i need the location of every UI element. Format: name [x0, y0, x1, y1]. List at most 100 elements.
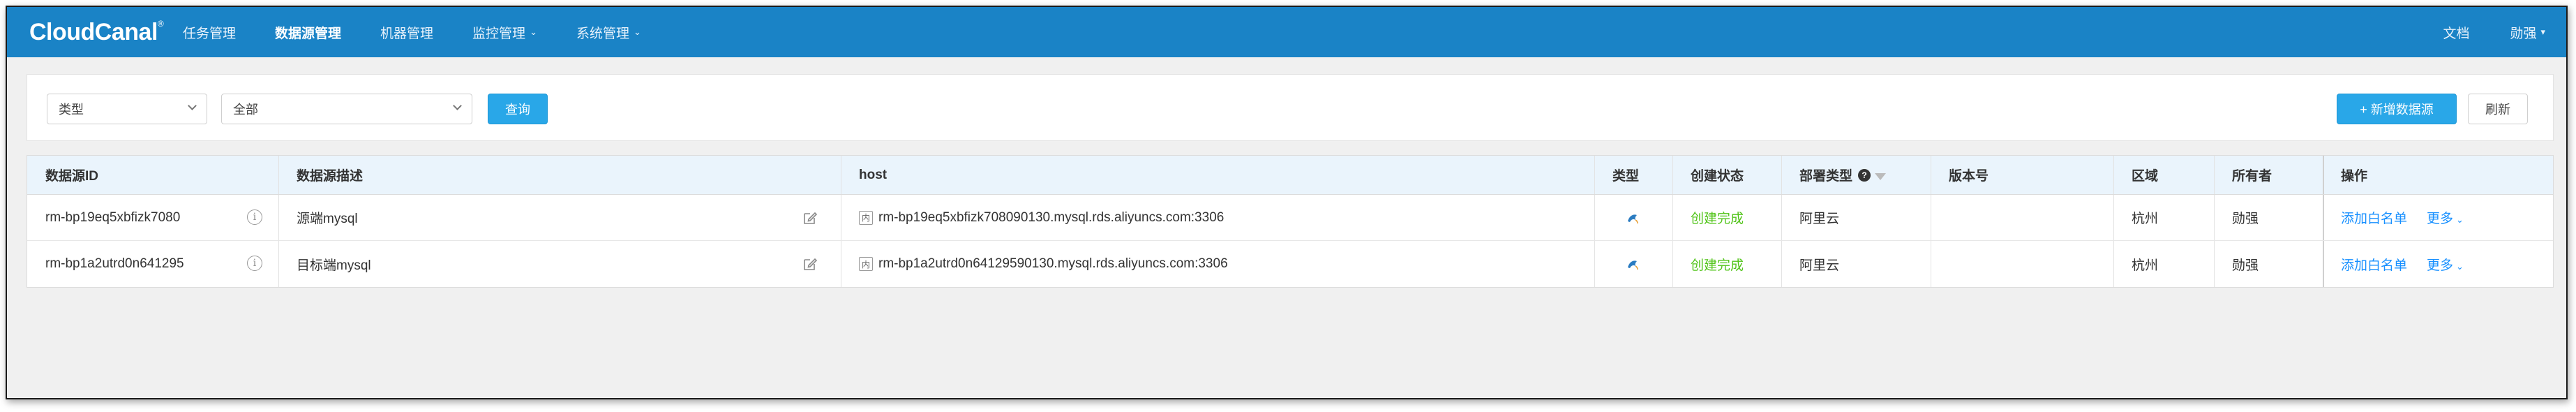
col-header-create-status: 创建状态: [1691, 169, 1744, 184]
info-icon[interactable]: i: [247, 256, 262, 271]
column-divider: [1672, 156, 1673, 194]
column-divider: [1781, 156, 1782, 194]
deploy-type-label: 部署类型: [1799, 169, 1853, 184]
actions-cell: 添加白名单 更多 ⌄: [2323, 195, 2553, 240]
table-header: 数据源ID 数据源描述 host 类型 创建状态 部署类型 ? 版本号 区域 所…: [27, 156, 2553, 195]
intranet-tag: 内: [859, 210, 873, 225]
chevron-down-icon: ⌄: [2456, 260, 2464, 272]
col-header-region: 区域: [2132, 169, 2159, 184]
host-cell: 内 rm-bp19eq5xbfizk708090130.mysql.rds.al…: [841, 195, 1594, 240]
datasource-desc: 目标端mysql: [297, 258, 371, 273]
deploy-type: 阿里云: [1799, 212, 1840, 226]
col-header-actions: 操作: [2341, 169, 2368, 184]
column-divider: [278, 241, 279, 287]
col-header-host: host: [859, 167, 888, 182]
user-menu[interactable]: 勋强 ▾: [2510, 23, 2545, 42]
nav-item-label: 系统管理: [576, 26, 629, 41]
column-divider: [2113, 241, 2114, 287]
nav-item-tasks[interactable]: 任务管理: [183, 23, 236, 42]
more-label: 更多: [2427, 212, 2454, 226]
filter-icon[interactable]: [1875, 172, 1887, 180]
info-icon[interactable]: i: [247, 209, 262, 225]
logo-text: CloudCanal: [29, 18, 158, 45]
datasource-table: 数据源ID 数据源描述 host 类型 创建状态 部署类型 ? 版本号 区域 所…: [27, 155, 2554, 288]
col-header-owner: 所有者: [2232, 169, 2272, 184]
add-datasource-button[interactable]: + 新增数据源: [2337, 94, 2457, 124]
more-label: 更多: [2427, 258, 2454, 273]
nav-item-label: 数据源管理: [275, 26, 342, 41]
column-divider: [2113, 195, 2114, 240]
actions-cell: 添加白名单 更多 ⌄: [2323, 241, 2553, 287]
user-name: 勋强: [2510, 26, 2537, 41]
chevron-down-icon: [453, 101, 462, 110]
column-divider: [2323, 156, 2324, 194]
column-divider: [278, 156, 279, 194]
create-status: 创建完成: [1691, 258, 1744, 273]
nav-right: 文档 勋强 ▾: [2402, 7, 2545, 57]
app-logo[interactable]: CloudCanal®: [29, 19, 183, 46]
edit-icon[interactable]: [802, 209, 818, 226]
column-divider: [1672, 195, 1673, 240]
region: 杭州: [2132, 258, 2159, 273]
table-row: rm-bp19eq5xbfizk7080 i 源端mysql 内 rm-bp19…: [27, 195, 2553, 241]
host-cell: 内 rm-bp1a2utrd0n64129590130.mysql.rds.al…: [841, 241, 1594, 287]
column-divider: [1594, 195, 1595, 240]
nav-item-machines[interactable]: 机器管理: [380, 23, 433, 42]
nav-item-label: 机器管理: [380, 26, 434, 41]
type-select-value: 类型: [59, 103, 84, 117]
type-select[interactable]: 类型: [47, 94, 207, 124]
scope-select-value: 全部: [233, 103, 258, 117]
host-address: rm-bp1a2utrd0n64129590130.mysql.rds.aliy…: [878, 256, 1228, 271]
create-status: 创建完成: [1691, 212, 1744, 226]
table-row: rm-bp1a2utrd0n641295 i 目标端mysql 内 rm-bp1…: [27, 241, 2553, 287]
chevron-down-icon: ⌄: [2456, 214, 2464, 225]
column-divider: [278, 195, 279, 240]
column-divider: [1781, 195, 1782, 240]
col-header-type: 类型: [1612, 169, 1640, 184]
column-divider: [1594, 156, 1595, 194]
mysql-dolphin-icon: [1628, 214, 1638, 224]
host-address: rm-bp19eq5xbfizk708090130.mysql.rds.aliy…: [878, 209, 1225, 225]
col-header-desc: 数据源描述: [297, 169, 364, 184]
col-header-version: 版本号: [1949, 169, 1989, 184]
version: [1931, 241, 2113, 287]
docs-link[interactable]: 文档: [2443, 23, 2469, 42]
column-divider: [2214, 156, 2215, 194]
owner: 勋强: [2232, 258, 2259, 273]
column-divider: [1594, 241, 1595, 287]
owner: 勋强: [2232, 212, 2259, 226]
intranet-tag: 内: [859, 257, 873, 271]
refresh-button[interactable]: 刷新: [2468, 94, 2528, 124]
column-divider: [2214, 241, 2215, 287]
caret-down-icon: ▾: [2540, 27, 2545, 37]
add-whitelist-link[interactable]: 添加白名单: [2341, 208, 2407, 227]
nav-item-system[interactable]: 系统管理 ⌄: [576, 23, 641, 42]
more-menu[interactable]: 更多 ⌄: [2427, 255, 2464, 274]
datasource-id: rm-bp1a2utrd0n641295: [45, 256, 184, 271]
column-divider: [2323, 241, 2324, 287]
nav-item-monitoring[interactable]: 监控管理 ⌄: [472, 23, 537, 42]
more-menu[interactable]: 更多 ⌄: [2427, 208, 2464, 227]
filter-bar: 类型 全部 查询 + 新增数据源 刷新: [27, 74, 2554, 141]
chevron-down-icon: ⌄: [633, 27, 641, 37]
datasource-id: rm-bp19eq5xbfizk7080: [45, 209, 181, 225]
column-divider: [1781, 241, 1782, 287]
question-icon[interactable]: ?: [1858, 168, 1871, 182]
datasource-desc: 源端mysql: [297, 212, 358, 226]
chevron-down-icon: ⌄: [530, 27, 537, 37]
col-header-id: 数据源ID: [45, 169, 99, 184]
query-button[interactable]: 查询: [488, 94, 548, 124]
deploy-type: 阿里云: [1799, 258, 1840, 273]
logo-registered-mark: ®: [157, 18, 164, 29]
edit-icon[interactable]: [802, 256, 818, 272]
chevron-down-icon: [188, 101, 197, 110]
top-nav: CloudCanal® 任务管理 数据源管理 机器管理 监控管理 ⌄ 系统管理 ⌄ …: [7, 7, 2566, 57]
add-whitelist-link[interactable]: 添加白名单: [2341, 255, 2407, 274]
scope-select[interactable]: 全部: [221, 94, 472, 124]
nav-item-datasources[interactable]: 数据源管理: [275, 23, 341, 42]
app-window: CloudCanal® 任务管理 数据源管理 机器管理 监控管理 ⌄ 系统管理 ⌄ …: [6, 6, 2568, 399]
region: 杭州: [2132, 212, 2159, 226]
nav-item-label: 任务管理: [183, 26, 237, 41]
column-divider: [2113, 156, 2114, 194]
column-divider: [2214, 195, 2215, 240]
